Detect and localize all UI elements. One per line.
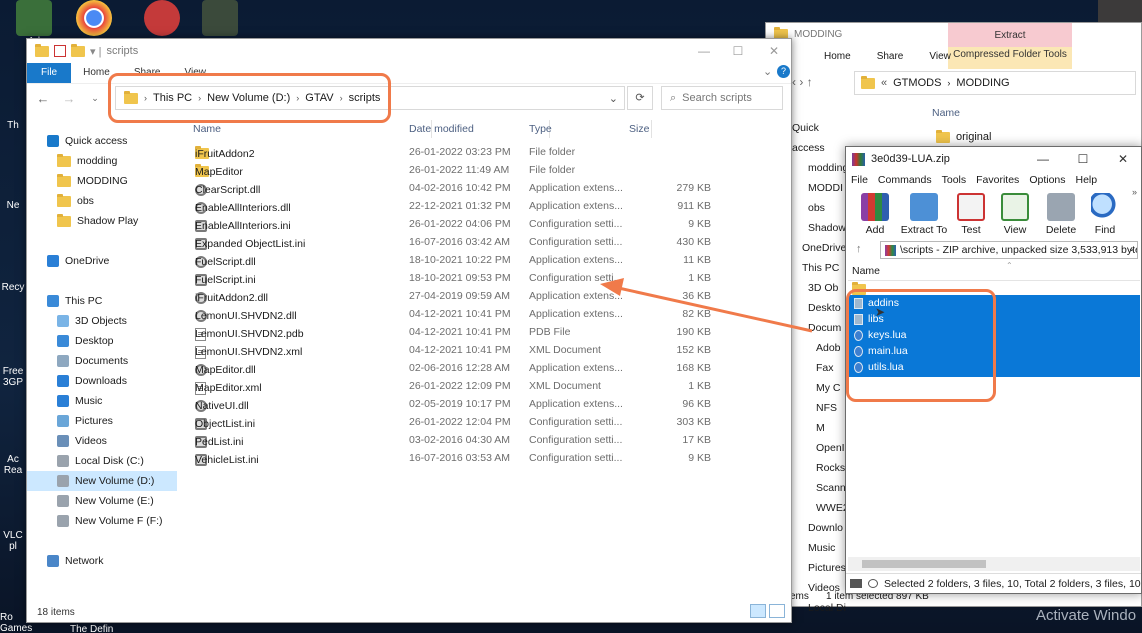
annotation-arrow [600,278,813,333]
arrow-head [600,278,624,296]
mouse-cursor-icon: ➤ [875,305,886,319]
arrow-line [613,285,813,333]
